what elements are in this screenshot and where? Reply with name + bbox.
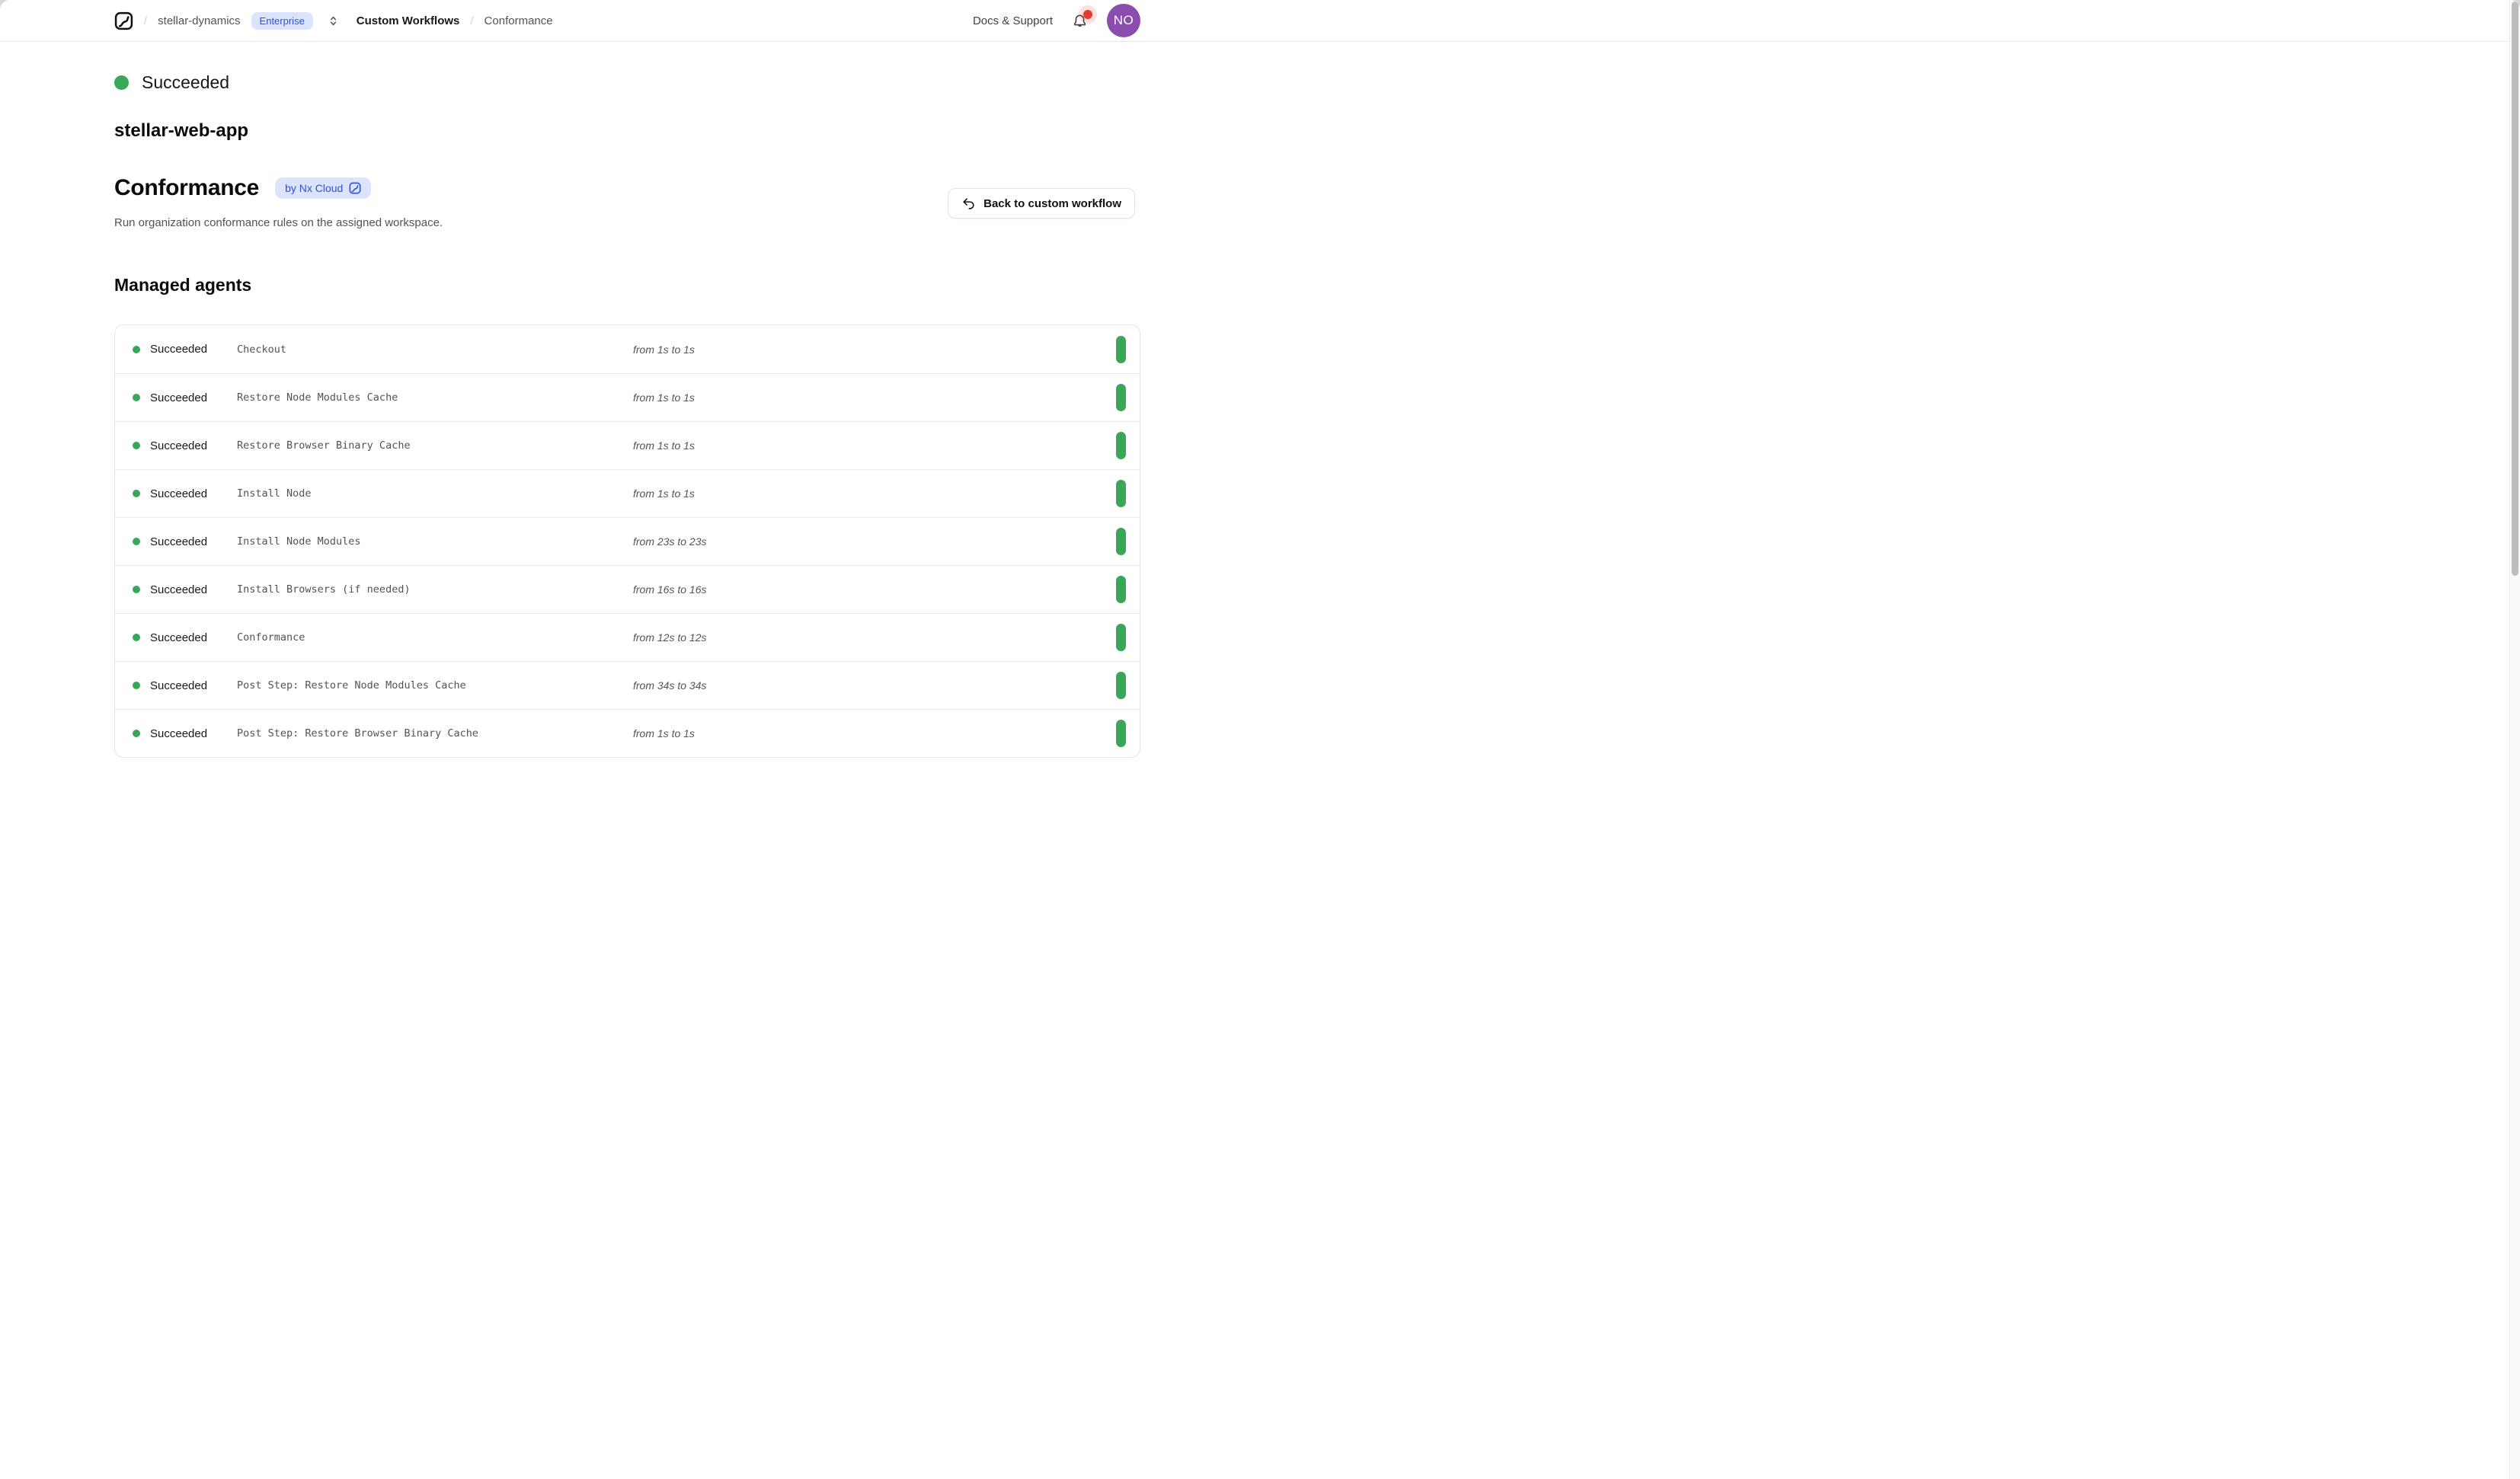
by-nx-cloud-label: by Nx Cloud — [285, 182, 343, 195]
nx-logo-icon[interactable] — [114, 11, 133, 30]
chevron-up-down-icon — [327, 14, 340, 27]
step-name: Post Step: Restore Node Modules Cache — [237, 679, 633, 692]
step-duration: from 1s to 1s — [633, 487, 1116, 500]
step-timeline-bar-icon — [1116, 480, 1126, 507]
step-timeline-bar-icon — [1116, 672, 1126, 699]
step-status-dot-icon — [133, 394, 140, 401]
breadcrumb-separator: / — [470, 14, 473, 27]
step-status-label: Succeeded — [150, 487, 237, 500]
workspace-name: stellar-web-app — [114, 120, 1140, 142]
step-status-dot-icon — [133, 442, 140, 449]
step-status-label: Succeeded — [150, 679, 237, 692]
status-dot-icon — [114, 75, 129, 90]
top-nav: / stellar-dynamics Enterprise Custom Wor… — [0, 0, 2520, 42]
step-status-dot-icon — [133, 346, 140, 353]
step-duration: from 1s to 1s — [633, 391, 1116, 404]
breadcrumb-separator: / — [144, 14, 147, 27]
agent-step-row[interactable]: Succeeded Install Node from 1s to 1s — [115, 469, 1140, 517]
step-duration: from 12s to 12s — [633, 631, 1116, 644]
agent-step-row[interactable]: Succeeded Checkout from 1s to 1s — [115, 325, 1140, 373]
step-timeline-bar-icon — [1116, 576, 1126, 603]
step-name: Post Step: Restore Browser Binary Cache — [237, 727, 633, 740]
agent-step-row[interactable]: Succeeded Install Node Modules from 23s … — [115, 517, 1140, 565]
notification-badge — [1083, 10, 1092, 19]
step-status-dot-icon — [133, 730, 140, 737]
step-status-label: Succeeded — [150, 727, 237, 740]
agent-step-row[interactable]: Succeeded Conformance from 12s to 12s — [115, 613, 1140, 661]
step-duration: from 34s to 34s — [633, 679, 1116, 692]
breadcrumb: / stellar-dynamics Enterprise Custom Wor… — [114, 11, 553, 30]
agent-step-row[interactable]: Succeeded Restore Node Modules Cache fro… — [115, 373, 1140, 421]
step-status-label: Succeeded — [150, 439, 237, 452]
notifications-button[interactable] — [1071, 12, 1089, 30]
step-timeline-bar-icon — [1116, 432, 1126, 459]
step-name: Install Node — [237, 487, 633, 500]
agent-step-row[interactable]: Succeeded Restore Browser Binary Cache f… — [115, 421, 1140, 469]
nx-cloud-icon — [349, 182, 361, 194]
step-status-label: Succeeded — [150, 535, 237, 548]
avatar[interactable]: NO — [1107, 4, 1140, 37]
workspace-selector-button[interactable] — [325, 13, 341, 29]
step-name: Checkout — [237, 343, 633, 356]
step-timeline-bar-icon — [1116, 528, 1126, 555]
breadcrumb-current-page: Conformance — [484, 14, 553, 27]
step-timeline-bar-icon — [1116, 624, 1126, 651]
scrollbar-thumb[interactable] — [2512, 2, 2518, 576]
step-status-dot-icon — [133, 634, 140, 641]
top-nav-actions: Docs & Support NO — [973, 4, 1140, 37]
step-status-label: Succeeded — [150, 631, 237, 644]
step-name: Restore Browser Binary Cache — [237, 439, 633, 452]
step-status-dot-icon — [133, 538, 140, 545]
workflow-header: Conformance by Nx Cloud Back to custom w… — [114, 175, 1140, 201]
breadcrumb-org[interactable]: stellar-dynamics — [158, 14, 240, 27]
managed-agents-card: Succeeded Checkout from 1s to 1s Succeed… — [114, 324, 1140, 758]
agent-step-row[interactable]: Succeeded Post Step: Restore Node Module… — [115, 661, 1140, 709]
agent-step-row[interactable]: Succeeded Install Browsers (if needed) f… — [115, 565, 1140, 613]
uturn-left-arrow-icon — [961, 196, 976, 211]
step-name: Install Node Modules — [237, 535, 633, 548]
step-status-dot-icon — [133, 490, 140, 497]
agent-step-row[interactable]: Succeeded Post Step: Restore Browser Bin… — [115, 709, 1140, 757]
step-status-dot-icon — [133, 682, 140, 689]
plan-badge: Enterprise — [251, 12, 313, 30]
top-nav-inner: / stellar-dynamics Enterprise Custom Wor… — [114, 4, 1140, 37]
step-timeline-bar-icon — [1116, 720, 1126, 747]
step-duration: from 16s to 16s — [633, 583, 1116, 596]
docs-support-link[interactable]: Docs & Support — [973, 14, 1053, 27]
step-duration: from 1s to 1s — [633, 343, 1116, 356]
step-status-label: Succeeded — [150, 343, 237, 356]
step-name: Install Browsers (if needed) — [237, 583, 633, 596]
step-timeline-bar-icon — [1116, 384, 1126, 411]
app-window: / stellar-dynamics Enterprise Custom Wor… — [0, 0, 2520, 1479]
back-button-label: Back to custom workflow — [983, 197, 1121, 210]
run-status-label: Succeeded — [142, 72, 229, 93]
run-status-row: Succeeded — [114, 72, 1140, 93]
back-to-custom-workflow-button[interactable]: Back to custom workflow — [948, 188, 1135, 219]
by-nx-cloud-badge[interactable]: by Nx Cloud — [275, 177, 371, 200]
step-name: Restore Node Modules Cache — [237, 391, 633, 404]
breadcrumb-custom-workflows[interactable]: Custom Workflows — [357, 14, 460, 27]
step-duration: from 23s to 23s — [633, 535, 1116, 548]
step-duration: from 1s to 1s — [633, 439, 1116, 452]
managed-agents-heading: Managed agents — [114, 275, 1140, 295]
step-name: Conformance — [237, 631, 633, 644]
step-duration: from 1s to 1s — [633, 727, 1116, 740]
step-timeline-bar-icon — [1116, 336, 1126, 363]
step-status-label: Succeeded — [150, 391, 237, 404]
step-status-dot-icon — [133, 586, 140, 593]
page-title: Conformance — [114, 175, 259, 201]
step-status-label: Succeeded — [150, 583, 237, 596]
main-content: Succeeded stellar-web-app Conformance by… — [114, 72, 1140, 758]
scrollbar-track[interactable] — [2509, 0, 2520, 1479]
